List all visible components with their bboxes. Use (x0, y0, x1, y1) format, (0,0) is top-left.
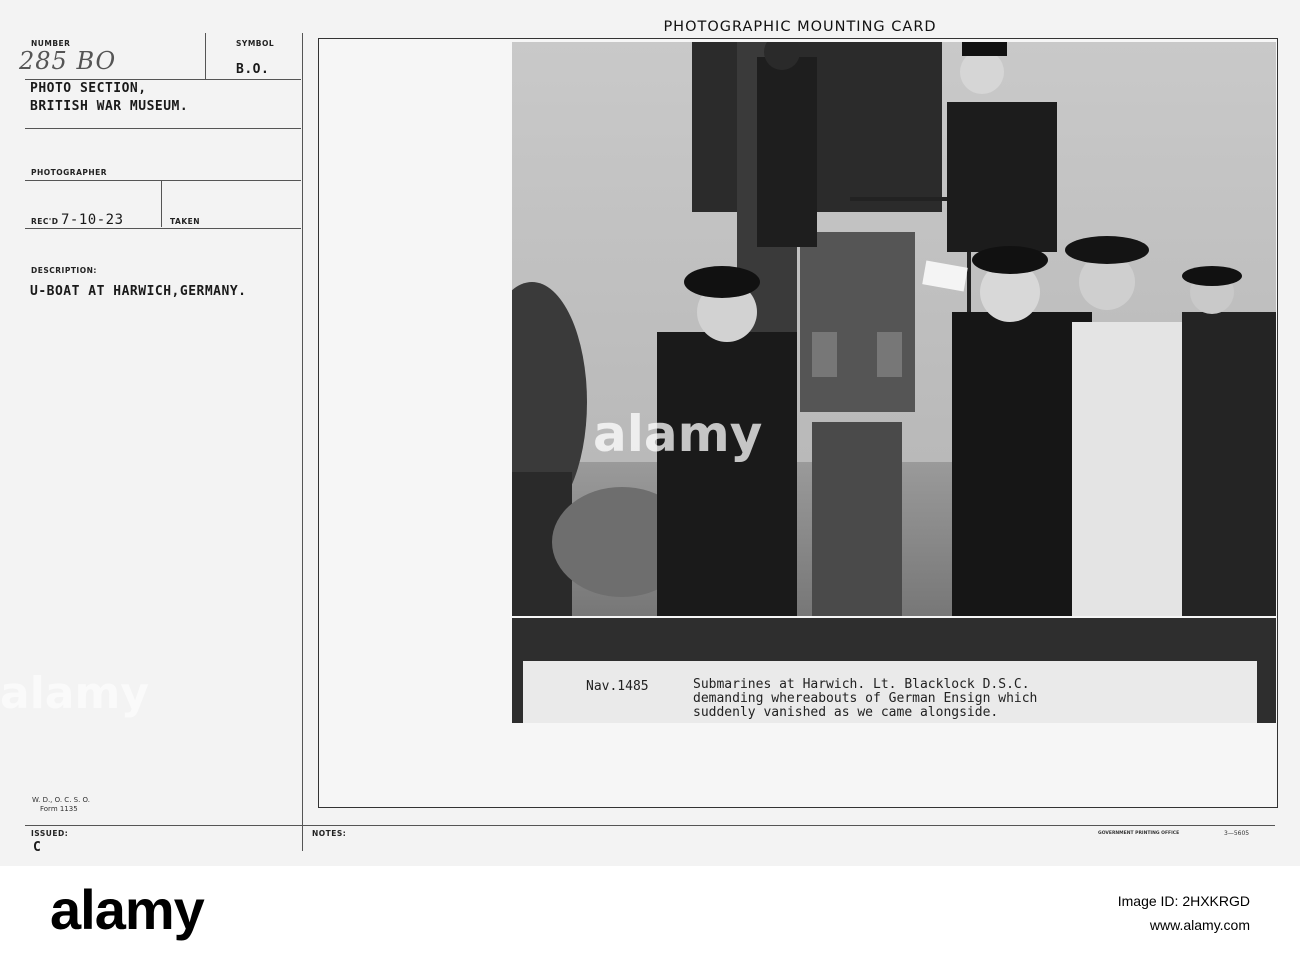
taken-label: TAKEN (170, 217, 201, 226)
divider (25, 79, 301, 80)
description-label: DESCRIPTION: (31, 266, 97, 275)
caption-line-3: suddenly vanished as we came alongside. (693, 705, 999, 720)
symbol-label: SYMBOL (236, 39, 275, 48)
photograph-image (512, 42, 1276, 616)
recd-value: 7-10-23 (61, 212, 124, 228)
watermark: alamy (593, 405, 763, 463)
printing-office: GOVERNMENT PRINTING OFFICE (1098, 831, 1180, 836)
alamy-logo: alamy (50, 878, 205, 941)
photograph (512, 42, 1276, 616)
bottom-rule (25, 825, 1275, 826)
form-line-2: Form 1135 (40, 805, 78, 813)
caption-line-2: demanding whereabouts of German Ensign w… (693, 691, 1038, 706)
recd-label: REC'D (31, 217, 59, 226)
number-value: 285 BO (19, 47, 117, 75)
site-url: www.alamy.com (1149, 917, 1250, 933)
org-line-1: PHOTO SECTION, (30, 81, 147, 96)
divider (25, 180, 301, 181)
form-line-1: W. D., O. C. S. O. (32, 796, 90, 804)
column-divider (302, 33, 303, 851)
issued-label: ISSUED: (31, 829, 69, 838)
photographer-label: PHOTOGRAPHER (31, 168, 108, 177)
image-id: Image ID: 2HXKRGD (1117, 893, 1250, 909)
card-title: PHOTOGRAPHIC MOUNTING CARD (663, 19, 937, 35)
org-line-2: BRITISH WAR MUSEUM. (30, 99, 189, 114)
issued-value: C (33, 840, 42, 855)
form-code: 3—5605 (1224, 830, 1250, 837)
divider (205, 33, 206, 79)
caption-line-1: Submarines at Harwich. Lt. Blacklock D.S… (693, 677, 1030, 692)
description-value: U-BOAT AT HARWICH,GERMANY. (30, 284, 247, 299)
notes-label: NOTES: (312, 829, 347, 838)
symbol-value: B.O. (236, 62, 270, 77)
divider (161, 181, 162, 227)
divider (25, 228, 301, 229)
caption-number: Nav.1485 (586, 679, 649, 694)
watermark: alamy (0, 668, 149, 719)
divider (25, 128, 301, 129)
